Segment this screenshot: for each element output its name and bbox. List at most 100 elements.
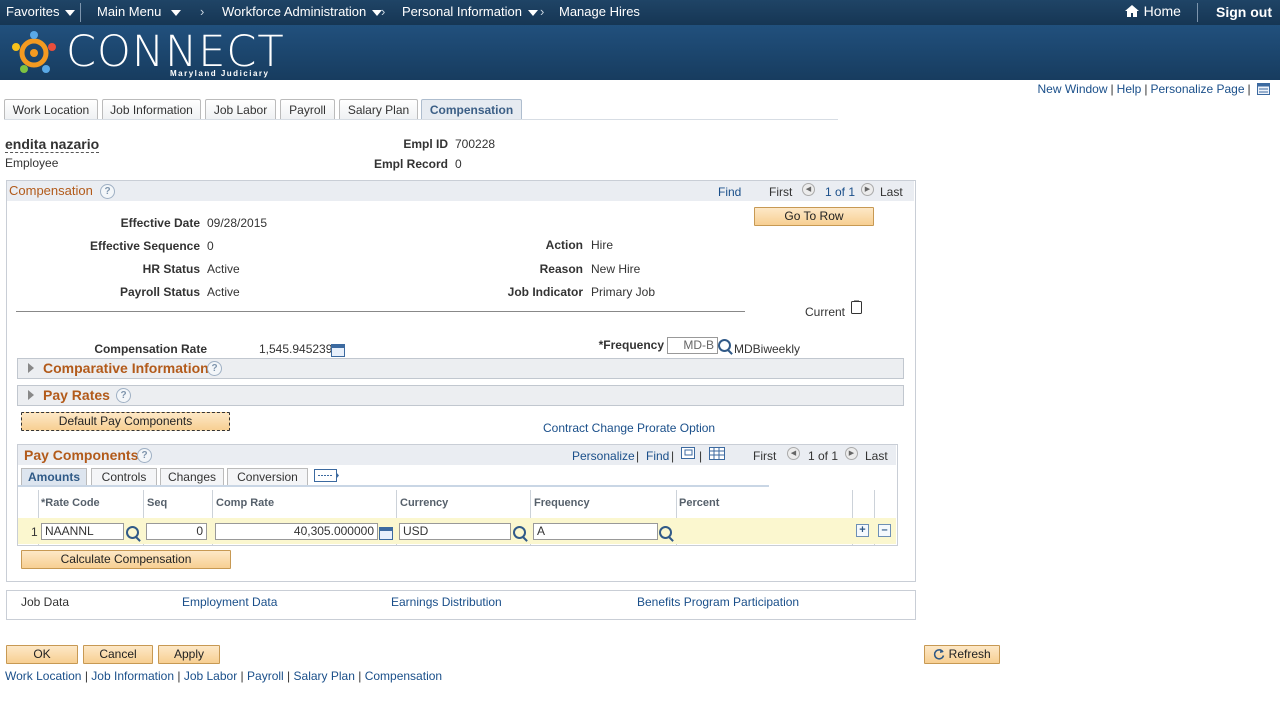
page-utility-links: New Window | Help | Personalize Page |	[1038, 82, 1270, 96]
link-divider: |	[671, 449, 675, 463]
calculator-icon[interactable]	[331, 344, 345, 357]
show-all-columns-icon[interactable]	[314, 469, 340, 483]
frequency-code-input[interactable]: MD-B	[667, 337, 718, 354]
new-window-link[interactable]: New Window	[1038, 82, 1108, 96]
currency-input[interactable]: USD	[399, 523, 511, 540]
compensation-find-link[interactable]: Find	[718, 185, 741, 199]
row-count: 1 of 1	[825, 185, 856, 199]
employee-role: Employee	[5, 156, 59, 170]
link-divider: |	[1144, 82, 1148, 96]
job-indicator-value: Primary Job	[591, 285, 656, 299]
brand-subtitle: Maryland Judiciary	[170, 69, 270, 78]
home-link[interactable]: Home	[1124, 3, 1181, 19]
default-pay-components-button[interactable]: Default Pay Components	[21, 412, 230, 431]
sign-out-link[interactable]: Sign out	[1216, 4, 1272, 20]
frequency-input[interactable]: A	[533, 523, 658, 540]
breadcrumb-manage-hires[interactable]: Manage Hires	[559, 4, 640, 19]
link-divider: |	[1247, 82, 1251, 96]
tab-payroll[interactable]: Payroll	[280, 99, 335, 120]
grid-tab-amounts[interactable]: Amounts	[21, 468, 87, 486]
footer-link-job-labor[interactable]: Job Labor	[184, 669, 237, 683]
apply-button[interactable]: Apply	[158, 645, 220, 664]
comparative-information-section[interactable]: Comparative Information ?	[17, 358, 904, 379]
connect-logo-icon	[12, 31, 56, 73]
employment-data-link[interactable]: Employment Data	[182, 595, 277, 609]
column-header-currency: Currency	[400, 497, 449, 509]
first-label: First	[753, 449, 777, 463]
pay-rates-section[interactable]: Pay Rates ?	[17, 385, 904, 406]
tab-job-labor[interactable]: Job Labor	[205, 99, 276, 120]
grid-tab-controls[interactable]: Controls	[91, 468, 157, 486]
current-document-icon	[851, 300, 862, 314]
footer-link-work-location[interactable]: Work Location	[5, 669, 81, 683]
refresh-button[interactable]: Refresh	[924, 645, 1000, 664]
column-header-comp-rate: Comp Rate	[216, 497, 275, 509]
pay-components-find-link[interactable]: Find	[646, 449, 669, 463]
expand-triangle-icon	[28, 363, 34, 373]
calculate-compensation-button[interactable]: Calculate Compensation	[21, 550, 231, 569]
rate-code-search-icon[interactable]	[126, 526, 139, 539]
help-icon[interactable]: ?	[137, 448, 152, 463]
previous-arrow-icon[interactable]: ◀	[802, 183, 815, 196]
grid-tab-conversion[interactable]: Conversion	[227, 468, 308, 486]
help-icon[interactable]: ?	[207, 361, 222, 376]
tab-job-information[interactable]: Job Information	[102, 99, 201, 120]
action-label: Action	[545, 238, 583, 252]
help-icon[interactable]: ?	[116, 388, 131, 403]
delete-row-icon[interactable]: –	[878, 524, 891, 537]
effective-date-value: 09/28/2015	[207, 216, 268, 230]
breadcrumb-personal-information[interactable]: Personal Information	[402, 4, 538, 19]
footer-link-payroll[interactable]: Payroll	[247, 669, 284, 683]
currency-search-icon[interactable]	[513, 526, 526, 539]
help-link[interactable]: Help	[1117, 82, 1142, 96]
footer-link-compensation[interactable]: Compensation	[365, 669, 442, 683]
cancel-button[interactable]: Cancel	[83, 645, 153, 664]
main-menu[interactable]: Main Menu	[97, 4, 182, 19]
benefits-program-participation-link[interactable]: Benefits Program Participation	[637, 595, 799, 609]
tab-salary-plan[interactable]: Salary Plan	[339, 99, 418, 120]
main-menu-label: Main Menu	[97, 4, 162, 19]
nav-divider	[1197, 3, 1198, 22]
frequency-search-icon[interactable]	[659, 526, 672, 539]
comp-rate-input[interactable]: 40,305.000000	[215, 523, 378, 540]
frequency-label: *Frequency	[598, 338, 664, 352]
chevron-down-icon	[65, 9, 76, 16]
page-layout-icon[interactable]	[1257, 83, 1270, 95]
breadcrumb-workforce-administration[interactable]: Workforce Administration	[222, 4, 383, 19]
breadcrumb-label: Personal Information	[402, 4, 522, 19]
tab-compensation[interactable]: Compensation	[421, 99, 522, 120]
tab-underline	[4, 119, 838, 120]
next-arrow-icon[interactable]: ▶	[845, 447, 858, 460]
header-banner: CONNECT Maryland Judiciary	[0, 25, 1280, 80]
payroll-status-label: Payroll Status	[119, 285, 200, 299]
seq-input[interactable]: 0	[146, 523, 207, 540]
go-to-row-button[interactable]: Go To Row	[754, 207, 874, 226]
employee-name[interactable]: endita nazario	[5, 136, 100, 153]
previous-arrow-icon[interactable]: ◀	[787, 447, 800, 460]
earnings-distribution-link[interactable]: Earnings Distribution	[391, 595, 502, 609]
calculator-icon[interactable]	[379, 527, 393, 540]
home-icon	[1125, 5, 1139, 17]
frequency-search-icon[interactable]	[718, 339, 731, 352]
personalize-page-link[interactable]: Personalize Page	[1150, 82, 1244, 96]
tab-work-location[interactable]: Work Location	[4, 99, 98, 120]
footer-link-job-information[interactable]: Job Information	[91, 669, 174, 683]
footer-link-salary-plan[interactable]: Salary Plan	[294, 669, 355, 683]
add-row-icon[interactable]: +	[856, 524, 869, 537]
column-header-rate-code: *Rate Code	[41, 497, 100, 509]
help-icon[interactable]: ?	[100, 184, 115, 199]
current-label: Current	[805, 305, 846, 319]
grid-tab-changes[interactable]: Changes	[160, 468, 224, 486]
ok-button[interactable]: OK	[6, 645, 78, 664]
view-all-icon[interactable]	[681, 447, 695, 459]
hr-status-label: HR Status	[142, 262, 200, 276]
contract-change-prorate-link[interactable]: Contract Change Prorate Option	[543, 421, 715, 435]
download-grid-icon[interactable]	[709, 447, 725, 460]
next-arrow-icon[interactable]: ▶	[861, 183, 874, 196]
column-header-percent: Percent	[679, 497, 720, 509]
link-divider: |	[699, 449, 703, 463]
rate-code-input[interactable]: NAANNL	[41, 523, 124, 540]
favorites-menu[interactable]: Favorites	[6, 4, 76, 19]
link-divider: |	[177, 669, 181, 683]
personalize-link[interactable]: Personalize	[572, 449, 635, 463]
